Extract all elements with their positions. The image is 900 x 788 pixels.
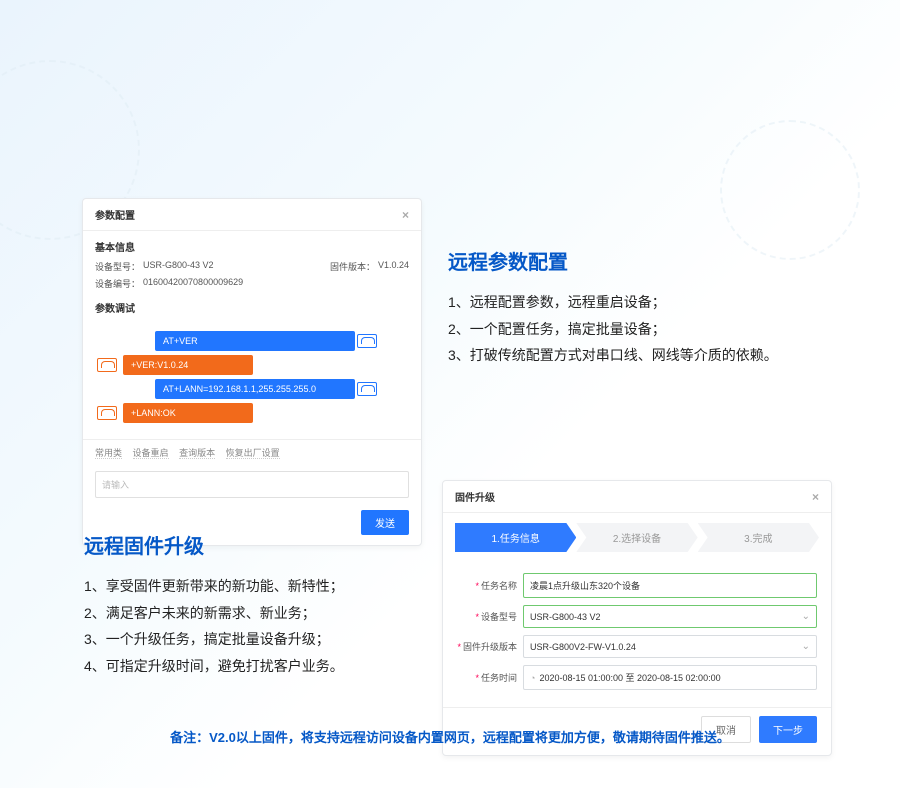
device-model-row: 设备型号： USR-G800-43 V2 固件版本： V1.0.24 <box>83 258 421 275</box>
dialog-header: 固件升级 × <box>443 481 831 513</box>
device-model-label: *设备型号 <box>457 610 523 623</box>
close-icon[interactable]: × <box>812 490 819 504</box>
feature-line: 2、一个配置任务，搞定批量设备； <box>448 316 778 343</box>
feature-line: 3、打破传统配置方式对串口线、网线等介质的依赖。 <box>448 342 778 369</box>
id-label: 设备编号： <box>95 277 143 290</box>
param-debug-heading: 参数调试 <box>83 292 421 319</box>
feature-line: 1、远程配置参数，远程重启设备； <box>448 289 778 316</box>
dialog-title: 参数配置 <box>95 207 135 222</box>
device-icon <box>97 358 117 372</box>
task-name-input[interactable]: 凌晨1点升级山东320个设备 <box>523 573 817 598</box>
step-select-device[interactable]: 2.选择设备 <box>576 523 697 552</box>
device-icon <box>357 334 377 348</box>
task-name-label: *任务名称 <box>457 579 523 592</box>
firmware-version-label: *固件升级版本 <box>457 640 523 653</box>
model-value: USR-G800-43 V2 <box>143 260 300 273</box>
device-id-row: 设备编号： 01600420070800009629 <box>83 275 421 292</box>
remote-firmware-upgrade-text: 远程固件升级 1、享受固件更新带来的新功能、新特性； 2、满足客户未来的新需求、… <box>84 530 344 679</box>
model-label: 设备型号： <box>95 260 143 273</box>
command-input[interactable]: 请输入 <box>95 471 409 498</box>
dialog-header: 参数配置 × <box>83 199 421 231</box>
feature-line: 2、满足客户未来的新需求、新业务； <box>84 600 344 627</box>
firmware-version-select[interactable]: USR-G800V2-FW-V1.0.24 ⌄ <box>523 635 817 658</box>
basic-info-heading: 基本信息 <box>83 231 421 258</box>
step-task-info[interactable]: 1.任务信息 <box>455 523 576 552</box>
quick-link-restart[interactable]: 设备重启 <box>133 448 169 459</box>
feature-line: 4、可指定升级时间，避免打扰客户业务。 <box>84 653 344 680</box>
firmware-label: 固件版本： <box>330 260 378 273</box>
quick-link-factory-reset[interactable]: 恢复出厂设置 <box>226 448 280 459</box>
device-icon <box>357 382 377 396</box>
quick-link-version[interactable]: 查询版本 <box>179 448 215 459</box>
quick-link-common[interactable]: 常用类 <box>95 448 122 459</box>
feature-line: 1、享受固件更新带来的新功能、新特性； <box>84 573 344 600</box>
quick-links-row: 常用类 设备重启 查询版本 恢复出厂设置 <box>83 439 421 465</box>
id-value: 01600420070800009629 <box>143 277 409 290</box>
close-icon[interactable]: × <box>402 208 409 222</box>
clock-icon: ◔ <box>530 673 535 683</box>
section-title: 远程参数配置 <box>448 246 778 275</box>
device-model-select[interactable]: USR-G800-43 V2 ⌄ <box>523 605 817 628</box>
feature-line: 3、一个升级任务，搞定批量设备升级； <box>84 626 344 653</box>
section-title: 远程固件升级 <box>84 530 344 559</box>
send-button[interactable]: 发送 <box>361 510 409 535</box>
firmware-value: V1.0.24 <box>378 260 409 273</box>
task-time-label: *任务时间 <box>457 671 523 684</box>
sent-command: AT+VER <box>155 331 355 351</box>
response-command: +LANN:OK <box>123 403 253 423</box>
sent-command: AT+LANN=192.168.1.1,255.255.255.0 <box>155 379 355 399</box>
step-indicator: 1.任务信息 2.选择设备 3.完成 <box>455 523 819 552</box>
response-command: +VER:V1.0.24 <box>123 355 253 375</box>
device-icon <box>97 406 117 420</box>
firmware-upgrade-dialog: 固件升级 × 1.任务信息 2.选择设备 3.完成 *任务名称 凌晨1点升级山东… <box>442 480 832 756</box>
chevron-down-icon: ⌄ <box>802 611 810 622</box>
footer-note: 备注：V2.0以上固件，将支持远程访问设备内置网页，远程配置将更加方便，敬请期待… <box>0 727 900 746</box>
dialog-title: 固件升级 <box>455 489 495 504</box>
command-log: AT+VER +VER:V1.0.24 AT+LANN=192.168.1.1,… <box>83 319 421 435</box>
step-finish[interactable]: 3.完成 <box>698 523 819 552</box>
task-time-input[interactable]: ◔2020-08-15 01:00:00 至 2020-08-15 02:00:… <box>523 665 817 690</box>
remote-param-config-text: 远程参数配置 1、远程配置参数，远程重启设备； 2、一个配置任务，搞定批量设备；… <box>448 246 778 369</box>
chevron-down-icon: ⌄ <box>802 641 810 652</box>
param-config-dialog: 参数配置 × 基本信息 设备型号： USR-G800-43 V2 固件版本： V… <box>82 198 422 546</box>
